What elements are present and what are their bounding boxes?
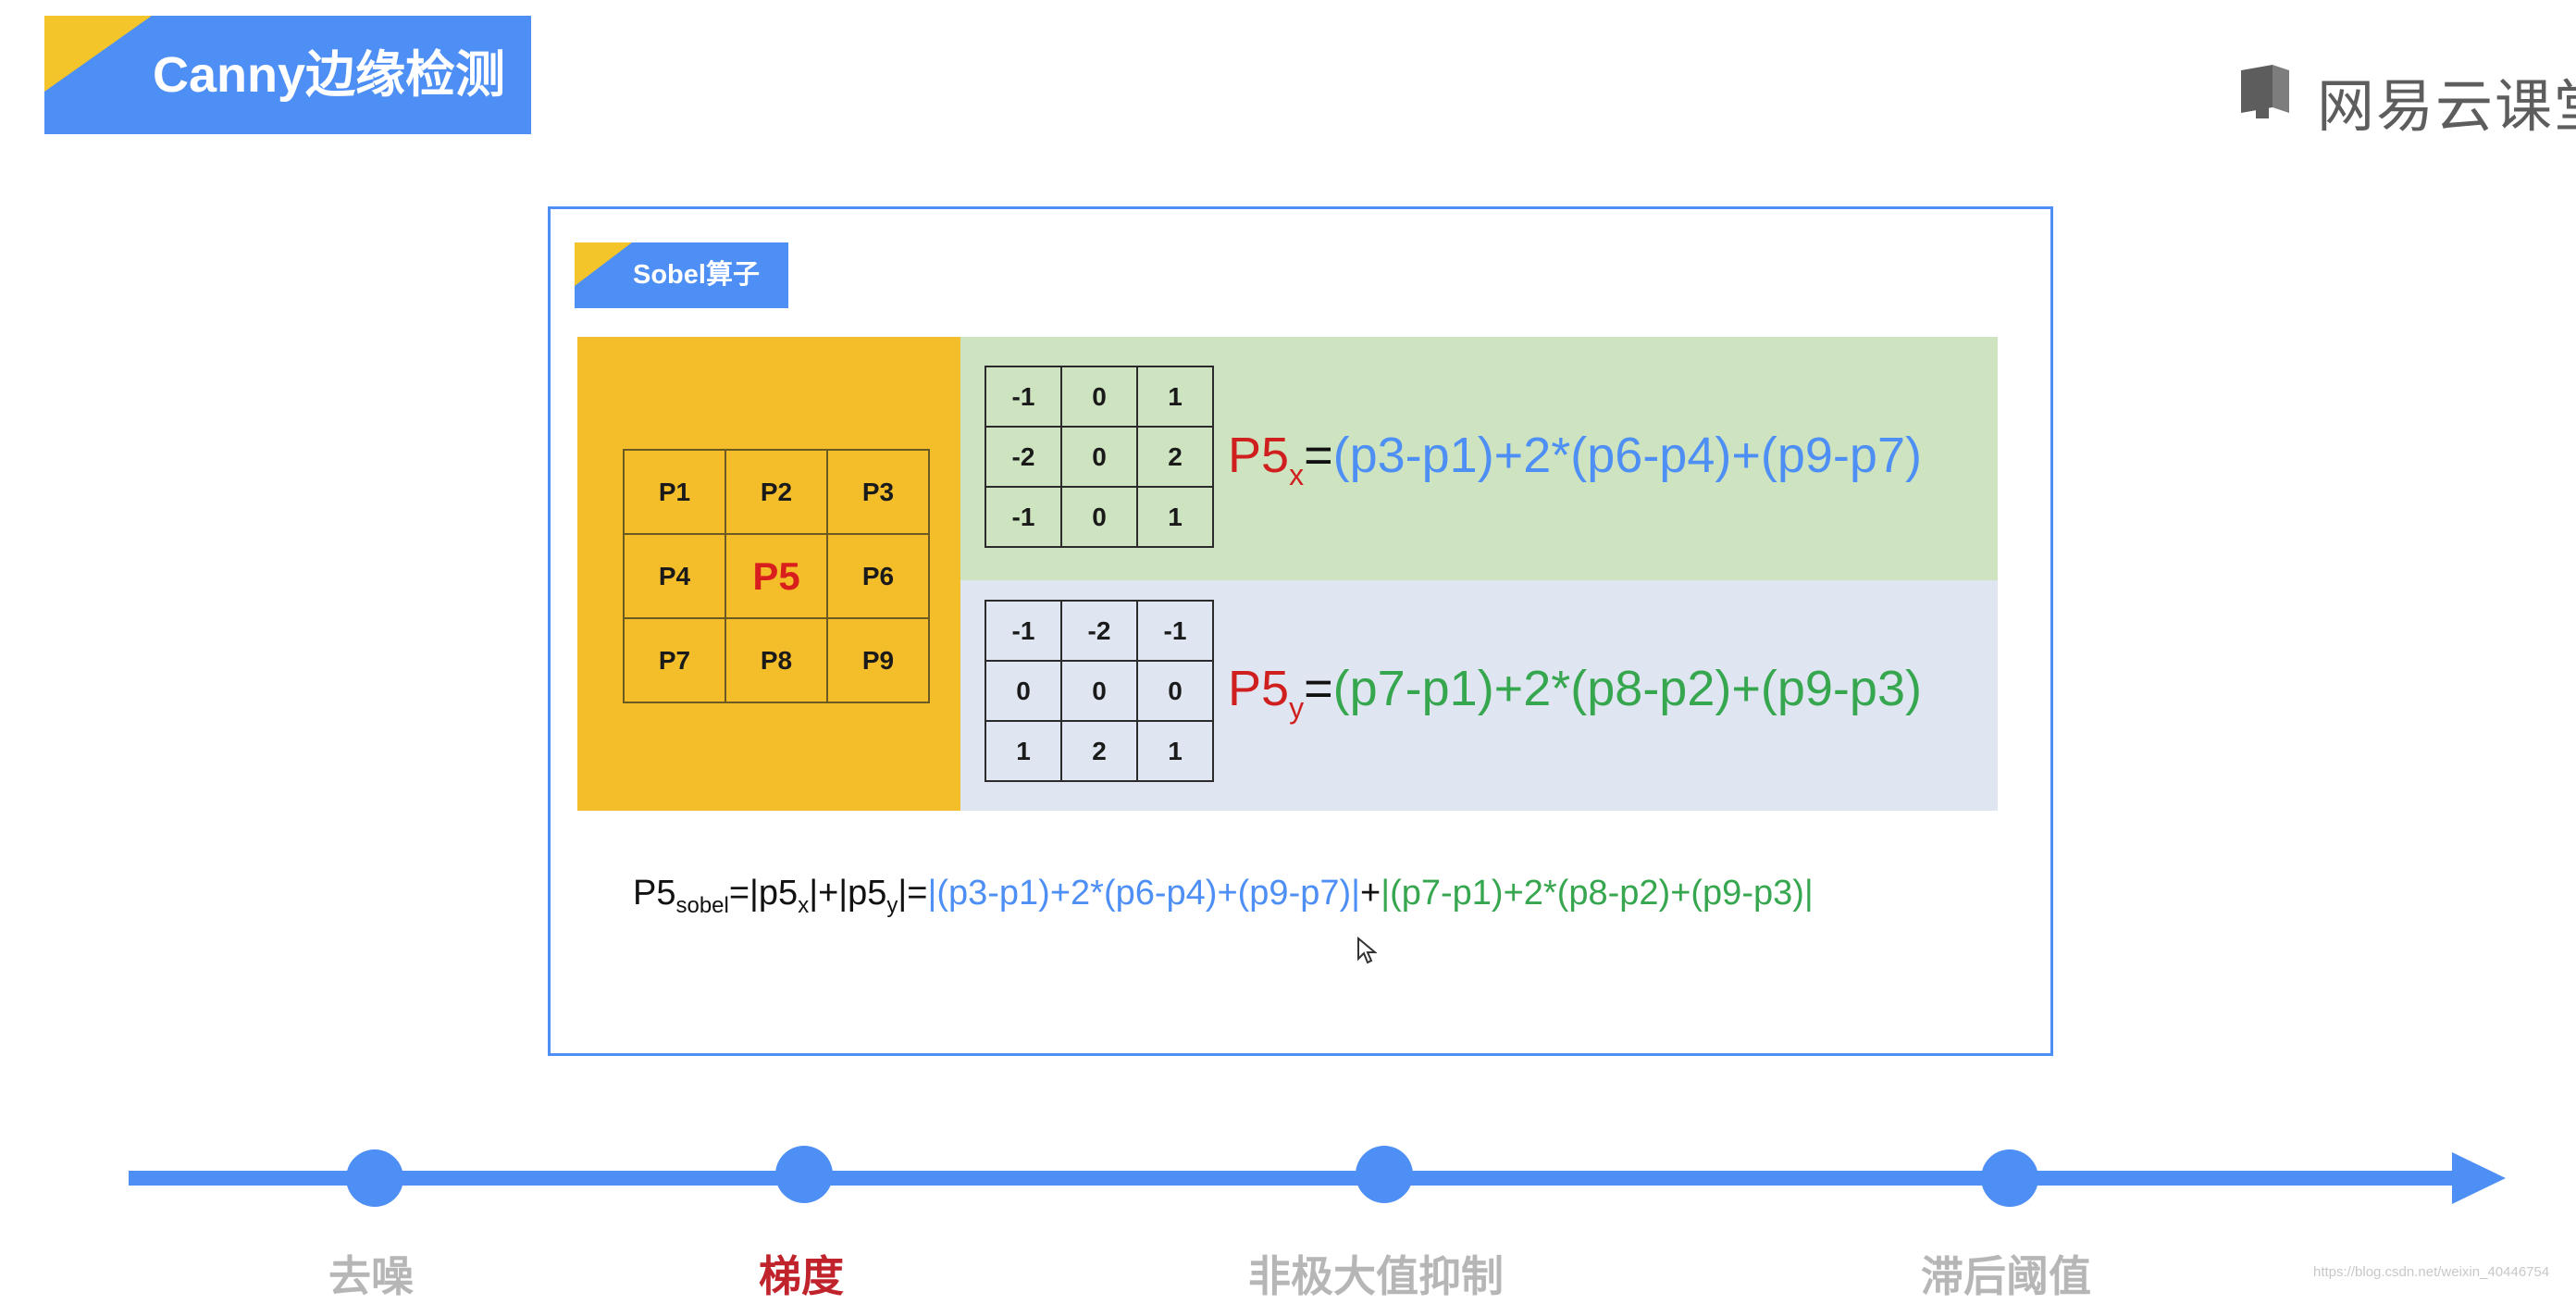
formula-sobel: P5sobel=|p5x|+|p5y|=|(p3-p1)+2*(p6-p4)+(…: [633, 876, 1814, 917]
watermark: https://blog.csdn.net/weixin_40446754: [2313, 1264, 2550, 1280]
pixel-cell: P8: [724, 617, 828, 703]
mouse-cursor-icon: [1357, 937, 1377, 964]
stage-label-nms[interactable]: 非极大值抑制: [1248, 1243, 1504, 1304]
timeline-dot-nms[interactable]: [1356, 1146, 1413, 1203]
kernel-cell: -1: [1136, 600, 1214, 662]
formula-gx-lhs: P5: [1228, 428, 1290, 483]
page-title: Canny边缘检测: [153, 47, 506, 103]
pixel-cell-center: P5: [724, 533, 828, 619]
kernel-cell: 0: [1060, 426, 1138, 488]
kernel-y-grid: -1 -2 -1 0 0 0 1 2 1: [985, 600, 1214, 782]
timeline-line: [129, 1171, 2460, 1186]
logo-text: 网易云课堂: [2317, 75, 2576, 139]
pixel-cell: P4: [623, 533, 726, 619]
sobel-blue-term: |(p3-p1)+2*(p6-p4)+(p9-p7)|: [927, 874, 1361, 913]
formula-gx-rhs: (p3-p1)+2*(p6-p4)+(p9-p7): [1332, 428, 1922, 483]
kernel-cell: 1: [1136, 486, 1214, 548]
pixel-cell: P6: [826, 533, 930, 619]
formula-gy-lhs: P5: [1228, 661, 1290, 716]
sobel-part2: |+|p5: [809, 874, 887, 913]
stage-label-gradient[interactable]: 梯度: [759, 1243, 844, 1304]
kernel-cell: 0: [1060, 660, 1138, 722]
kernel-cell: 1: [985, 720, 1062, 782]
kernel-cell: 0: [1060, 486, 1138, 548]
sobel-green-term: |(p7-p1)+2*(p8-p2)+(p9-p3)|: [1381, 874, 1814, 913]
timeline-arrow-icon: [2452, 1152, 2506, 1204]
sobel-lhs: P5: [633, 874, 676, 913]
timeline-dot-hysteresis[interactable]: [1981, 1149, 2038, 1207]
formula-gy: P5y=(p7-p1)+2*(p8-p2)+(p9-p3): [1228, 664, 1922, 723]
sobel-part1-sub: x: [798, 893, 810, 918]
formula-gx-eq: =: [1304, 428, 1333, 483]
timeline-dot-gradient[interactable]: [775, 1146, 833, 1203]
kernel-x-grid: -1 0 1 -2 0 2 -1 0 1: [985, 366, 1214, 548]
kernel-cell: 2: [1060, 720, 1138, 782]
formula-gx-sub: x: [1289, 458, 1305, 491]
formula-gy-rhs: (p7-p1)+2*(p8-p2)+(p9-p3): [1332, 661, 1922, 716]
pixel-cell: P7: [623, 617, 726, 703]
pixel-cell: P3: [826, 449, 930, 535]
banner-corner-decoration: [44, 16, 152, 92]
kernel-cell: 1: [1136, 720, 1214, 782]
title-banner: Canny边缘检测: [44, 16, 531, 134]
kernel-cell: -2: [1060, 600, 1138, 662]
formula-gy-sub: y: [1289, 691, 1305, 725]
pixel-grid: P1 P2 P3 P4 P5 P6 P7 P8 P9: [623, 449, 930, 703]
formula-gy-eq: =: [1304, 661, 1333, 716]
kernel-cell: 0: [985, 660, 1062, 722]
kernel-cell: 1: [1136, 366, 1214, 428]
section-banner: Sobel算子: [575, 242, 788, 308]
timeline-dot-denoise[interactable]: [346, 1149, 403, 1207]
formula-gx: P5x=(p3-p1)+2*(p6-p4)+(p9-p7): [1228, 430, 1922, 490]
kernel-cell: 0: [1136, 660, 1214, 722]
sobel-part2-sub: y: [886, 893, 898, 918]
sobel-part1: =|p5: [728, 874, 799, 913]
pixel-cell: P1: [623, 449, 726, 535]
pixel-cell: P9: [826, 617, 930, 703]
kernel-cell: -1: [985, 486, 1062, 548]
stage-label-hysteresis[interactable]: 滞后阈值: [1921, 1243, 2091, 1304]
stage-label-denoise[interactable]: 去噪: [328, 1243, 414, 1304]
kernel-cell: 0: [1060, 366, 1138, 428]
section-title: Sobel算子: [633, 260, 760, 290]
pixel-cell: P2: [724, 449, 828, 535]
kernel-cell: -2: [985, 426, 1062, 488]
kernel-cell: -1: [985, 600, 1062, 662]
kernel-cell: 2: [1136, 426, 1214, 488]
book-icon: [2241, 65, 2289, 118]
sobel-part3: |=: [898, 874, 928, 913]
kernel-cell: -1: [985, 366, 1062, 428]
sobel-lhs-sub: sobel: [675, 893, 729, 918]
sobel-plus: +: [1360, 874, 1381, 913]
section-corner-decoration: [575, 242, 632, 286]
